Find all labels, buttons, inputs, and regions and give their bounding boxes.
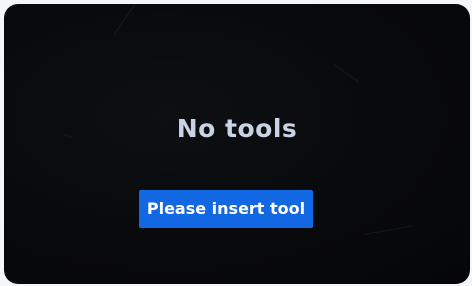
device-frame: No tools Please insert tool <box>0 0 472 286</box>
screen-scratch <box>333 64 359 83</box>
screen-scratch <box>363 225 414 235</box>
insert-tool-button[interactable]: Please insert tool <box>139 190 313 228</box>
device-screen: No tools Please insert tool <box>4 4 470 284</box>
screen-scratch <box>113 4 138 35</box>
no-tools-title: No tools <box>176 114 298 143</box>
